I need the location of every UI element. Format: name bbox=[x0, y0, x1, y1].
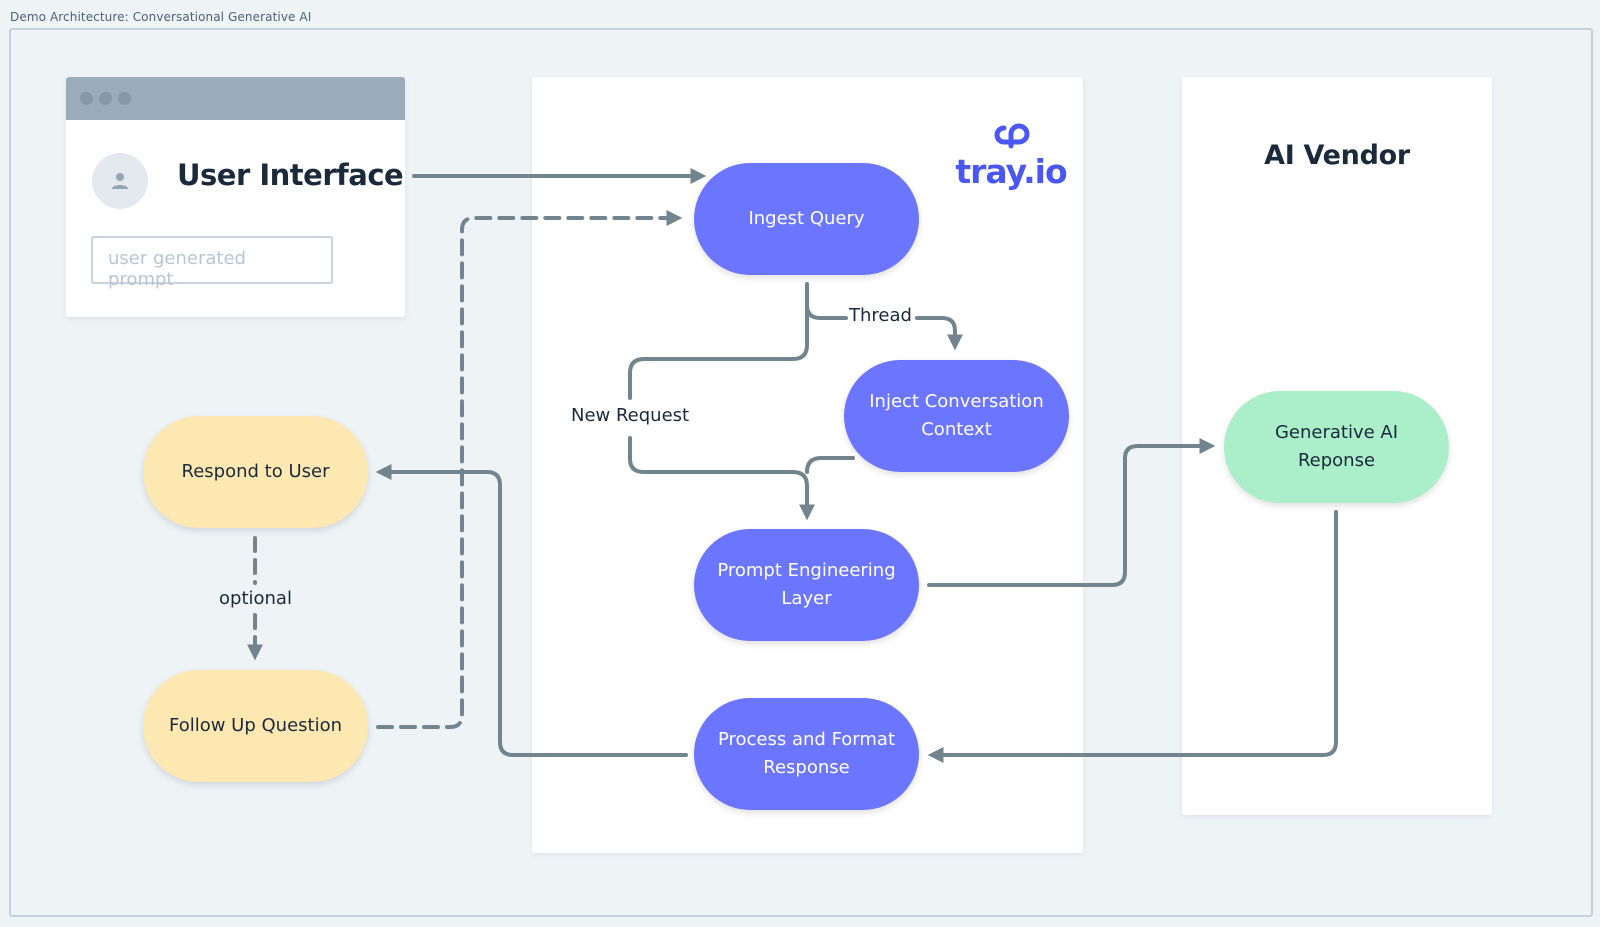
node-inject-context[interactable]: Inject Conversation Context bbox=[844, 360, 1069, 472]
prompt-input[interactable]: user generated prompt bbox=[91, 236, 333, 290]
window-dot-icon bbox=[118, 92, 131, 105]
avatar bbox=[92, 153, 148, 209]
node-genai-response-label: Generative AI Reponse bbox=[1274, 422, 1399, 471]
user-interface-window: User Interface user generated prompt bbox=[66, 77, 405, 317]
node-genai-response[interactable]: Generative AI Reponse bbox=[1224, 391, 1449, 503]
node-process-response[interactable]: Process and Format Response bbox=[694, 698, 919, 810]
user-icon bbox=[112, 173, 128, 189]
node-prompt-layer-label: Prompt Engineering Layer bbox=[717, 560, 896, 609]
vendor-title: AI Vendor bbox=[1264, 140, 1410, 171]
node-ingest-query-label: Ingest Query bbox=[748, 208, 865, 229]
window-dot-icon bbox=[99, 92, 112, 105]
node-ingest-query[interactable]: Ingest Query bbox=[694, 163, 919, 275]
user-interface-heading: User Interface bbox=[177, 158, 404, 192]
node-prompt-layer[interactable]: Prompt Engineering Layer bbox=[694, 529, 919, 641]
frame-title: Demo Architecture: Conversational Genera… bbox=[10, 10, 312, 24]
label-thread: Thread bbox=[849, 305, 912, 326]
node-follow-up-label: Follow Up Question bbox=[168, 715, 342, 736]
node-follow-up[interactable]: Follow Up Question bbox=[143, 670, 368, 782]
window-dot-icon bbox=[80, 92, 93, 105]
node-respond-user-label: Respond to User bbox=[181, 461, 330, 482]
window-titlebar bbox=[66, 77, 405, 120]
node-respond-user[interactable]: Respond to User bbox=[143, 416, 368, 528]
label-new-request: New Request bbox=[571, 405, 690, 426]
tray-logo-text: tray.io bbox=[955, 152, 1067, 191]
node-process-response-label: Process and Format Response bbox=[717, 729, 896, 778]
label-optional: optional bbox=[219, 588, 292, 609]
node-inject-context-label: Inject Conversation Context bbox=[869, 391, 1044, 440]
tray-logo: tray.io bbox=[955, 118, 1068, 193]
